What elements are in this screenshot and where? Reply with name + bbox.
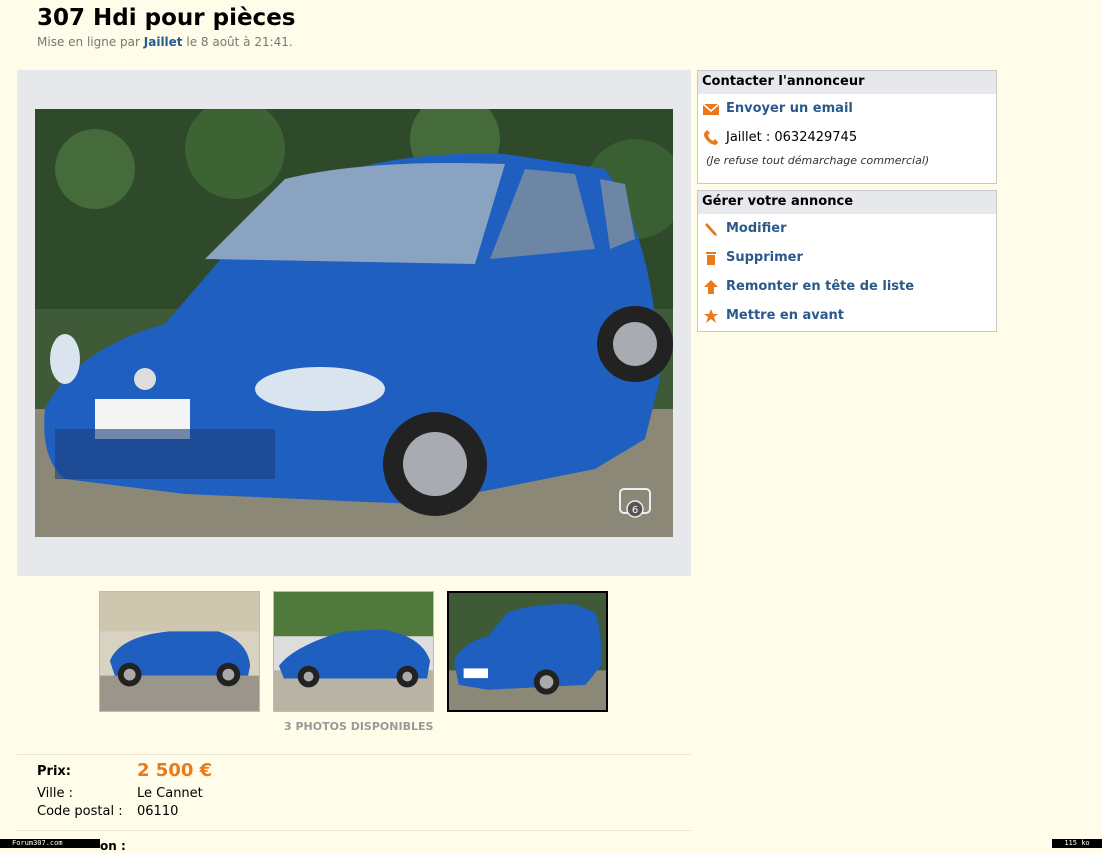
contact-box: Contacter l'annonceur Envoyer un email J… — [697, 70, 997, 184]
manage-box: Gérer votre annonce Modifier Supprimer R… — [697, 190, 997, 332]
arrow-up-icon — [704, 280, 718, 294]
divider-top — [17, 754, 691, 755]
pencil-icon — [705, 223, 717, 236]
postal-value: 06110 — [137, 804, 179, 819]
thumbnail-1[interactable] — [99, 591, 260, 712]
section-heading-cut: on : — [100, 839, 126, 853]
main-photo[interactable]: 6 — [35, 109, 673, 537]
price-label: Prix: — [37, 764, 71, 779]
price-value: 2 500 € — [137, 760, 213, 781]
trash-icon — [706, 252, 716, 265]
bump-action[interactable]: Remonter en tête de liste — [698, 272, 996, 301]
posted-prefix: Mise en ligne par — [37, 35, 140, 49]
divider-bottom — [17, 830, 691, 831]
phone-row: Jaillet : 0632429745 — [698, 123, 996, 152]
listing-title: 307 Hdi pour pièces — [37, 5, 296, 31]
email-link[interactable]: Envoyer un email — [726, 101, 853, 116]
thumbnail-3[interactable] — [447, 591, 608, 712]
main-photo-frame: 6 — [17, 70, 691, 576]
manage-header: Gérer votre annonce — [698, 191, 996, 214]
thumbnail-2[interactable] — [273, 591, 434, 712]
photo-count-label: 3 PHOTOS DISPONIBLES — [284, 720, 434, 733]
footer-watermark: Forum307.com — [0, 839, 100, 848]
city-value: Le Cannet — [137, 786, 203, 801]
city-label: Ville : — [37, 786, 73, 801]
phone-icon — [704, 130, 718, 145]
posted-info: Mise en ligne par Jaillet le 8 août à 21… — [37, 35, 293, 49]
envelope-icon — [702, 103, 720, 115]
postal-label: Code postal : — [37, 804, 123, 819]
contact-note: (Je refuse tout démarchage commercial) — [706, 154, 930, 167]
modify-action[interactable]: Modifier — [698, 214, 996, 243]
contact-header: Contacter l'annonceur — [698, 71, 996, 94]
feature-link[interactable]: Mettre en avant — [726, 308, 844, 323]
email-action[interactable]: Envoyer un email — [698, 94, 996, 123]
posted-date: le 8 août à 21:41. — [186, 35, 293, 49]
delete-action[interactable]: Supprimer — [698, 243, 996, 272]
author-link[interactable]: Jaillet — [144, 35, 183, 49]
photo-count-badge: 6 — [632, 505, 638, 516]
feature-action[interactable]: Mettre en avant — [698, 301, 996, 330]
delete-link[interactable]: Supprimer — [726, 250, 803, 265]
star-icon — [704, 309, 718, 323]
bump-link[interactable]: Remonter en tête de liste — [726, 279, 914, 294]
phone-number: Jaillet : 0632429745 — [726, 130, 858, 145]
modify-link[interactable]: Modifier — [726, 221, 787, 236]
footer-size: 115 ko — [1052, 839, 1102, 848]
